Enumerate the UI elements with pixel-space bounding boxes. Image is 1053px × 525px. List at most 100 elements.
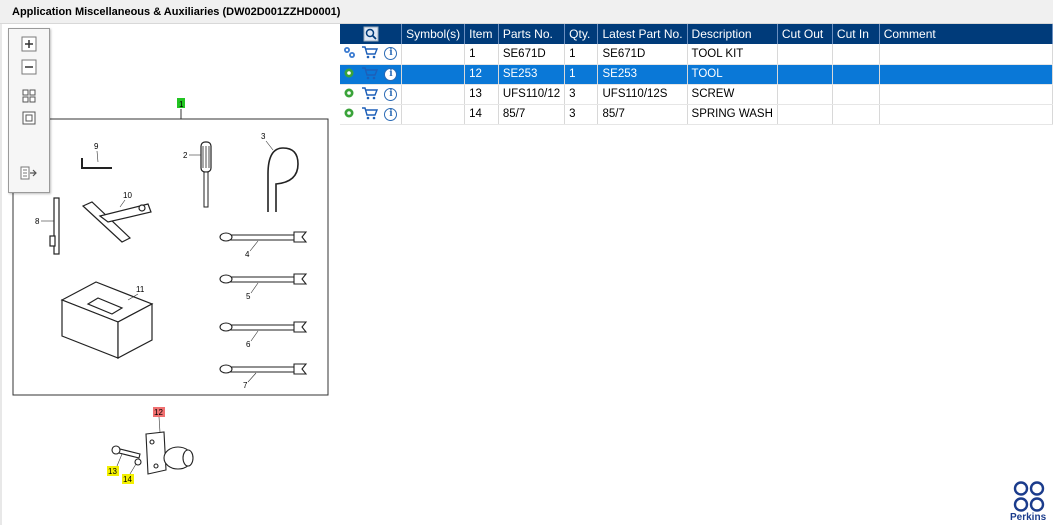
gears-icon[interactable] — [342, 45, 356, 62]
callout-14: 14 — [123, 475, 132, 484]
row-actions: i — [340, 44, 403, 65]
column-latest-part-no[interactable]: Latest Part No. — [597, 24, 688, 44]
cell-comment — [879, 84, 1053, 105]
cell-latest-part-no: 85/7 — [597, 104, 688, 125]
column-symbols[interactable]: Symbol(s) — [401, 24, 466, 44]
drawing-frame — [12, 118, 329, 396]
fit-window-icon — [22, 111, 36, 125]
cell-parts-no: SE671D — [498, 44, 566, 65]
cell-cut-in — [832, 84, 880, 105]
column-comment[interactable]: Comment — [879, 24, 1053, 44]
row-actions: i — [340, 84, 403, 105]
parts-grid: Symbol(s) Item Parts No. Qty. Latest Par… — [340, 24, 1053, 525]
cart-icon[interactable] — [361, 66, 379, 83]
column-description[interactable]: Description — [687, 24, 778, 44]
column-item[interactable]: Item — [464, 24, 499, 44]
info-icon[interactable]: i — [384, 47, 398, 61]
cell-cut-out — [777, 84, 833, 105]
cell-description: TOOL — [687, 64, 778, 85]
cell-cut-in — [832, 64, 880, 85]
callout-9: 9 — [94, 142, 99, 151]
export-button[interactable] — [19, 164, 39, 182]
callout-5: 5 — [246, 292, 251, 301]
fit-all-button[interactable] — [19, 87, 39, 105]
table-row[interactable]: i 12 SE253 1 SE253 TOOL — [340, 64, 1053, 85]
callout-6: 6 — [246, 340, 251, 349]
cell-description: SCREW — [687, 84, 778, 105]
fit-window-button[interactable] — [19, 109, 39, 127]
gear-icon[interactable] — [342, 86, 356, 103]
parts-table: Symbol(s) Item Parts No. Qty. Latest Par… — [340, 24, 1053, 125]
row-actions: i — [340, 104, 403, 125]
cart-icon[interactable] — [361, 45, 379, 62]
zoom-in-button[interactable] — [19, 35, 39, 53]
cell-qty: 1 — [564, 64, 599, 85]
callout-12: 12 — [154, 408, 163, 417]
column-cut-in[interactable]: Cut In — [832, 24, 880, 44]
callout-10: 10 — [123, 191, 132, 200]
cell-cut-in — [832, 44, 880, 65]
cell-item: 14 — [464, 104, 499, 125]
zoom-in-icon — [21, 36, 37, 52]
table-row[interactable]: i 14 85/7 3 85/7 SPRING WASH — [340, 104, 1053, 125]
column-parts-no[interactable]: Parts No. — [498, 24, 566, 44]
cell-parts-no: 85/7 — [498, 104, 566, 125]
gear-icon[interactable] — [342, 66, 356, 83]
cell-cut-out — [777, 64, 833, 85]
info-icon[interactable]: i — [384, 67, 398, 81]
callout-1: 1 — [179, 100, 184, 109]
column-search[interactable] — [340, 24, 403, 44]
cell-comment — [879, 44, 1053, 65]
cell-latest-part-no: UFS110/12S — [597, 84, 688, 105]
table-header-row: Symbol(s) Item Parts No. Qty. Latest Par… — [340, 24, 1053, 44]
row-actions: i — [340, 64, 403, 85]
zoom-out-button[interactable] — [19, 58, 39, 76]
cell-description: SPRING WASH — [687, 104, 778, 125]
info-icon[interactable]: i — [384, 107, 398, 121]
cell-cut-out — [777, 44, 833, 65]
callout-7: 7 — [243, 381, 248, 390]
callout-13: 13 — [108, 467, 117, 476]
cell-cut-out — [777, 104, 833, 125]
callout-4: 4 — [245, 250, 250, 259]
cart-icon[interactable] — [361, 86, 379, 103]
cell-item: 13 — [464, 84, 499, 105]
cell-parts-no: UFS110/12 — [498, 84, 566, 105]
fit-all-icon — [22, 89, 36, 103]
callout-2: 2 — [183, 151, 188, 160]
cell-symbols — [401, 104, 466, 125]
part-tool-assembly — [111, 431, 194, 475]
cell-qty: 3 — [564, 104, 599, 125]
search-icon — [363, 26, 379, 42]
cell-description: TOOL KIT — [687, 44, 778, 65]
table-row[interactable]: i 13 UFS110/12 3 UFS110/12S SCREW — [340, 84, 1053, 105]
cell-symbols — [401, 84, 466, 105]
cell-item: 12 — [464, 64, 499, 85]
zoom-toolbar — [8, 28, 50, 193]
cell-symbols — [401, 44, 466, 65]
table-row[interactable]: i 1 SE671D 1 SE671D TOOL KIT — [340, 44, 1053, 65]
callout-3: 3 — [261, 132, 266, 141]
export-icon — [20, 166, 37, 180]
cell-item: 1 — [464, 44, 499, 65]
title-bar: Application Miscellaneous & Auxiliaries … — [0, 0, 1053, 24]
perkins-wordmark: Perkins — [1010, 512, 1047, 523]
window-title: Application Miscellaneous & Auxiliaries … — [12, 6, 341, 18]
cart-icon[interactable] — [361, 106, 379, 123]
info-icon[interactable]: i — [384, 87, 398, 101]
gear-icon[interactable] — [342, 106, 356, 123]
cell-parts-no: SE253 — [498, 64, 566, 85]
cell-cut-in — [832, 104, 880, 125]
cell-qty: 3 — [564, 84, 599, 105]
column-qty[interactable]: Qty. — [564, 24, 599, 44]
cell-latest-part-no: SE671D — [597, 44, 688, 65]
cell-symbols — [401, 64, 466, 85]
zoom-out-icon — [21, 59, 37, 75]
cell-comment — [879, 104, 1053, 125]
callout-11: 11 — [136, 285, 145, 294]
cell-qty: 1 — [564, 44, 599, 65]
column-cut-out[interactable]: Cut Out — [777, 24, 833, 44]
cell-latest-part-no: SE253 — [597, 64, 688, 85]
parts-drawing[interactable]: 1 9 2 3 8 10 4 5 6 7 11 12 13 14 — [0, 24, 340, 525]
cell-comment — [879, 64, 1053, 85]
